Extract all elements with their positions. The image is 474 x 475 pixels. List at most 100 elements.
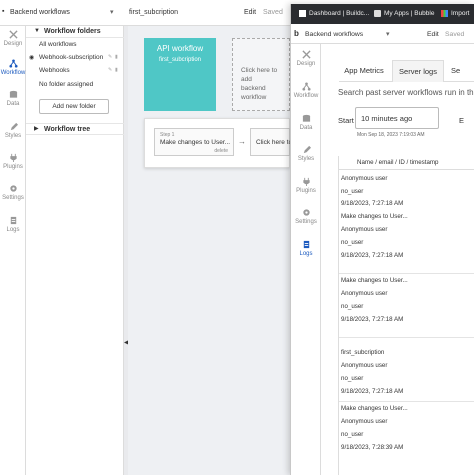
step-number: Step 1 [160,132,175,138]
row-line: Anonymous user [341,290,388,297]
rail-label-data: Data [6,101,20,107]
tab-app-metrics[interactable]: App Metrics [339,60,389,82]
bubble-logo-icon: b [294,29,299,38]
rail-item-styles[interactable]: Styles [0,122,26,139]
edit-pencil-icon[interactable]: ✎ [108,54,112,60]
row-line: Make changes to User... [341,213,408,220]
logs-icon [10,216,16,225]
trash-icon[interactable]: ▮ [115,67,118,73]
rail-item-design[interactable]: Design [291,50,321,67]
rail-item-logs[interactable]: Logs [291,240,321,257]
row-line: no_user [341,239,364,246]
row-line: Make changes to User... [341,277,408,284]
data-icon [9,90,17,98]
folder-item-all[interactable]: All workflows [39,41,77,48]
rail-item-data[interactable]: Data [0,90,26,107]
tab-se[interactable]: Se [451,60,474,82]
step-card[interactable]: Step 1 Make changes to User... delete [154,128,234,156]
eye-icon[interactable]: ◉ [29,54,34,61]
chevron-down-icon[interactable]: ▾ [386,30,390,38]
rail-label-logs: Logs [6,227,20,233]
rail-item-plugins[interactable]: Plugins [0,153,26,170]
popup-save-status: Saved [445,31,465,38]
step-delete-link[interactable]: delete [214,148,228,154]
column-header: Name / email / ID / timestamp [339,156,474,170]
step-name: Make changes to User... [160,139,231,146]
row-line: Anonymous user [341,362,388,369]
settings-icon [302,209,310,216]
tab-label: My Apps | Bubble [384,10,435,17]
app-logo-icon: ▪ [2,8,5,15]
styles-icon [303,145,311,154]
rail-label-styles: Styles [4,133,22,139]
chevron-down-icon[interactable]: ▾ [110,8,114,16]
row-line: no_user [341,431,364,438]
api-workflow-card[interactable]: API workflow first_subcription [144,38,216,111]
rail-label-plugins: Plugins [3,164,23,170]
api-workflow-title: API workflow [156,44,204,53]
rail-item-workflow[interactable]: Workflow [0,59,26,76]
row-divider [339,401,474,402]
row-line: Anonymous user [341,226,388,233]
popup-title[interactable]: Backend workflows [305,31,363,38]
search-description: Search past server workflows run in th [338,88,474,97]
start-timestamp: Mon Sep 18, 2023 7:19:03 AM [357,132,425,138]
folder-item-webhooks[interactable]: Webhooks [39,67,70,74]
browser-tab-bar: Dashboard | Buildc... My Apps | Bubble I… [291,4,474,24]
edit-pencil-icon[interactable]: ✎ [108,67,112,73]
rail-item-settings[interactable]: Settings [291,208,321,225]
rail-item-data[interactable]: Data [291,114,321,131]
tab-server-logs[interactable]: Server logs [392,60,444,82]
row-line: 9/18/2023, 7:28:39 AM [341,444,404,451]
folder-item-webhook-subscription[interactable]: Webhook-subscription [39,54,103,61]
rail-label-settings: Settings [2,195,24,201]
logs-icon [303,240,309,249]
add-folder-button[interactable]: Add new folder [39,99,109,114]
api-workflow-name: first_subcription [158,57,202,63]
arrow-right-icon: → [238,137,246,146]
popup-edit-menu[interactable]: Edit [427,31,439,38]
row-line: no_user [341,375,364,382]
workflow-icon [301,82,311,91]
folders-header[interactable]: Workflow folders [26,26,124,38]
rail-item-logs[interactable]: Logs [0,216,26,233]
browser-tab-my-apps[interactable]: My Apps | Bubble [374,4,434,24]
workflow-folders-panel: ▼ Workflow folders All workflows ◉ Webho… [26,26,124,475]
rail-label-workflow: Workflow [0,70,26,76]
editor-title[interactable]: Backend workflows [10,9,70,16]
rail-item-plugins[interactable]: Plugins [291,177,321,194]
plugins-icon [9,153,17,162]
start-time-input[interactable]: 10 minutes ago [355,107,439,129]
edit-menu[interactable]: Edit [244,9,256,16]
rail-item-workflow[interactable]: Workflow [291,82,321,99]
trash-icon[interactable]: ▮ [115,54,118,60]
rail-label-data: Data [299,125,313,131]
popup-window: Dashboard | Buildc... My Apps | Bubble I… [290,4,474,475]
rail-item-design[interactable]: Design [0,30,26,47]
rail-label-settings: Settings [295,219,317,225]
start-label: Start [338,116,354,125]
add-step-placeholder[interactable]: Click here to add [250,128,305,156]
add-workflow-placeholder[interactable]: Click here to add backend workflow [232,38,290,111]
add-workflow-text-1: Click here to add [241,67,278,83]
folder-item-unassigned[interactable]: No folder assigned [39,81,93,88]
row-line: first_subcription [341,349,385,356]
row-line: Make changes to User... [341,405,408,412]
row-line: no_user [341,303,364,310]
row-line: 9/18/2023, 7:27:18 AM [341,316,404,323]
browser-tab-import[interactable]: Import [441,4,469,24]
page-select[interactable]: first_subcription [129,9,178,16]
workflow-icon [8,59,18,68]
browser-tab-dashboard[interactable]: Dashboard | Buildc... [299,4,369,24]
workflow-tree-header[interactable]: Workflow tree [26,123,124,135]
row-divider [339,337,474,338]
rail-label-logs: Logs [299,251,313,257]
row-divider [339,273,474,274]
rail-item-settings[interactable]: Settings [0,184,26,201]
design-icon [301,50,311,59]
rail-label-plugins: Plugins [296,188,316,194]
row-line: 9/18/2023, 7:27:18 AM [341,388,404,395]
popup-sidebar-rail: Design Workflow Data Styles Plugins Sett… [291,44,321,475]
tab-label: Dashboard | Buildc... [309,10,370,17]
rail-item-styles[interactable]: Styles [291,145,321,162]
